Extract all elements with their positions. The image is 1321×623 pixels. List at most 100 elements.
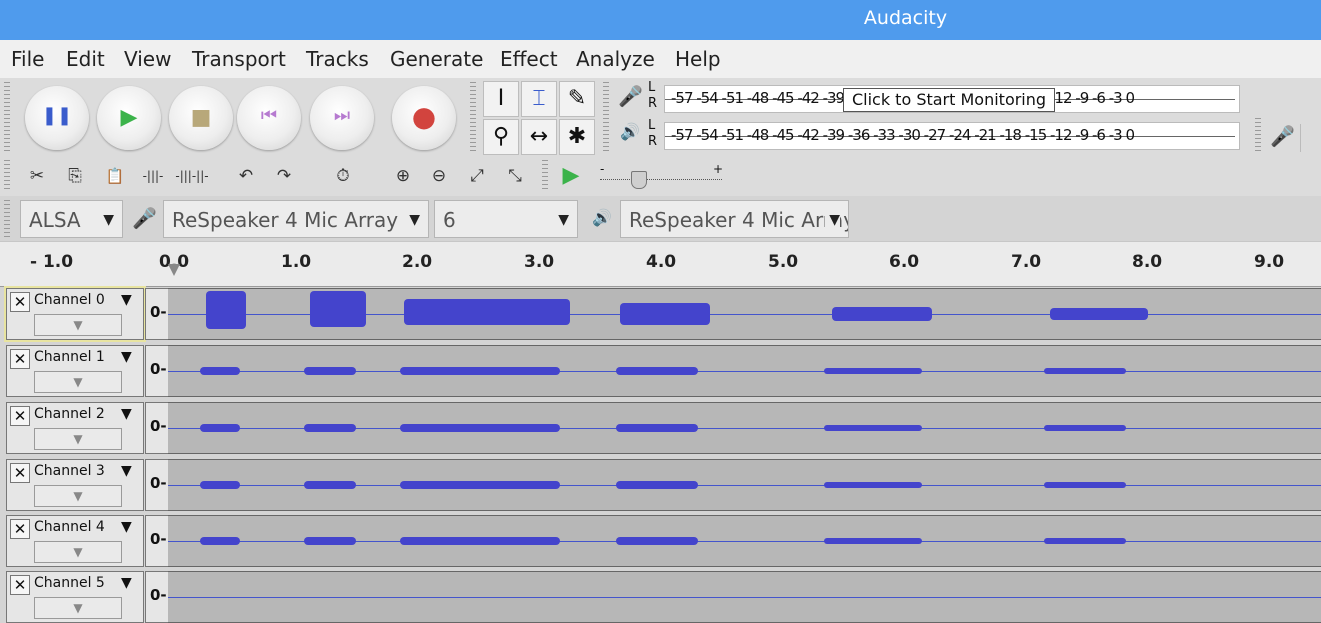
timeshift-tool[interactable]: ↔ — [521, 119, 557, 155]
collapse-button[interactable]: ▼ — [34, 371, 122, 393]
zoom-in-button[interactable]: ⊕ — [386, 161, 420, 191]
vertical-ruler[interactable]: 0- — [145, 402, 169, 454]
close-icon[interactable]: ✕ — [10, 406, 30, 426]
fit-selection-button[interactable]: ⤢ — [460, 161, 494, 191]
waveform[interactable] — [168, 288, 1321, 340]
undo-button[interactable]: ↶ — [230, 161, 262, 191]
draw-tool[interactable]: ✎ — [559, 81, 595, 117]
sync-lock-button[interactable]: ⏱ — [326, 161, 360, 191]
track-control-panel[interactable]: ✕ Channel 2 ▼ ▼ — [6, 402, 144, 454]
skip-to-start-button[interactable]: ⏮ — [237, 86, 301, 150]
waveform[interactable] — [168, 402, 1321, 454]
collapse-button[interactable]: ▼ — [34, 485, 122, 507]
close-icon[interactable]: ✕ — [10, 349, 30, 369]
play-at-speed-button[interactable]: ▶ — [555, 161, 587, 191]
pause-button[interactable]: ❚❚ — [25, 86, 89, 150]
redo-button[interactable]: ↷ — [268, 161, 300, 191]
play-button[interactable]: ▶ — [97, 86, 161, 150]
zoom-tool[interactable]: ⚲ — [483, 119, 519, 155]
menu-help[interactable]: Help — [675, 47, 721, 71]
close-icon[interactable]: ✕ — [10, 519, 30, 539]
track-menu-icon[interactable]: ▼ — [121, 519, 132, 535]
track-control-panel[interactable]: ✕ Channel 5 ▼ ▼ — [6, 571, 144, 623]
mixer-grip[interactable] — [1255, 118, 1261, 154]
vertical-ruler[interactable]: 0- — [145, 571, 169, 623]
track-channel-5[interactable]: ✕ Channel 5 ▼ ▼ 0- — [0, 571, 1321, 623]
mixer-microphone-icon[interactable]: 🎤 — [1270, 124, 1295, 148]
silence-button[interactable]: -|||-||- — [172, 161, 212, 191]
audio-host-select[interactable]: ALSA ▼ — [20, 200, 123, 238]
collapse-button[interactable]: ▼ — [34, 541, 122, 563]
track-name[interactable]: Channel 5 — [34, 575, 105, 591]
waveform[interactable] — [168, 345, 1321, 397]
track-menu-icon[interactable]: ▼ — [121, 292, 132, 308]
track-name[interactable]: Channel 4 — [34, 519, 105, 535]
microphone-icon[interactable]: 🎤 — [618, 84, 643, 108]
track-control-panel[interactable]: ✕ Channel 1 ▼ ▼ — [6, 345, 144, 397]
trim-button[interactable]: -|||- — [134, 161, 172, 191]
track-name[interactable]: Channel 3 — [34, 463, 105, 479]
track-name[interactable]: Channel 1 — [34, 349, 105, 365]
track-name[interactable]: Channel 2 — [34, 406, 105, 422]
waveform[interactable] — [168, 459, 1321, 511]
track-menu-icon[interactable]: ▼ — [121, 463, 132, 479]
track-control-panel[interactable]: ✕ Channel 0 ▼ ▼ — [4, 286, 146, 342]
waveform[interactable] — [168, 515, 1321, 567]
menu-edit[interactable]: Edit — [66, 47, 105, 71]
playback-meter[interactable]: -57 -54 -51 -48 -45 -42 -39 -36 -33 -30 … — [664, 122, 1240, 150]
recording-channels-select[interactable]: 6 ▼ — [434, 200, 578, 238]
track-menu-icon[interactable]: ▼ — [121, 349, 132, 365]
tools-grip[interactable] — [470, 82, 476, 154]
device-grip[interactable] — [4, 200, 10, 238]
copy-button[interactable]: ⎘ — [58, 161, 92, 191]
menu-effect[interactable]: Effect — [500, 47, 558, 71]
track-control-panel[interactable]: ✕ Channel 4 ▼ ▼ — [6, 515, 144, 567]
cut-button[interactable]: ✂ — [20, 161, 54, 191]
vertical-ruler[interactable]: 0- — [145, 288, 169, 340]
play-head-marker[interactable] — [168, 264, 180, 276]
skip-to-end-button[interactable]: ⏭ — [310, 86, 374, 150]
recording-device-select[interactable]: ReSpeaker 4 Mic Array ▼ — [163, 200, 429, 238]
record-button[interactable]: ● — [392, 86, 456, 150]
track-menu-icon[interactable]: ▼ — [121, 575, 132, 591]
envelope-tool[interactable]: ⌶ — [521, 81, 557, 117]
menu-view[interactable]: View — [124, 47, 171, 71]
fit-project-button[interactable]: ⤡ — [498, 161, 532, 191]
track-name[interactable]: Channel 0 — [34, 292, 105, 308]
playback-device-select[interactable]: ReSpeaker 4 Mic Array ▼ — [620, 200, 849, 238]
track-control-panel[interactable]: ✕ Channel 3 ▼ ▼ — [6, 459, 144, 511]
collapse-button[interactable]: ▼ — [34, 314, 122, 336]
close-icon[interactable]: ✕ — [10, 292, 30, 312]
menu-file[interactable]: File — [11, 47, 44, 71]
speed-slider-thumb[interactable] — [631, 171, 647, 189]
menu-transport[interactable]: Transport — [192, 47, 286, 71]
vertical-ruler[interactable]: 0- — [145, 459, 169, 511]
menu-generate[interactable]: Generate — [390, 47, 483, 71]
speed-slider-track[interactable] — [600, 179, 722, 181]
paste-button[interactable]: 📋 — [98, 161, 132, 191]
track-channel-0[interactable]: ✕ Channel 0 ▼ ▼ 0- — [0, 286, 1321, 342]
stop-button[interactable]: ■ — [169, 86, 233, 150]
transport-grip[interactable] — [4, 82, 10, 154]
menu-analyze[interactable]: Analyze — [576, 47, 655, 71]
menu-tracks[interactable]: Tracks — [306, 47, 369, 71]
collapse-button[interactable]: ▼ — [34, 428, 122, 450]
track-channel-4[interactable]: ✕ Channel 4 ▼ ▼ 0- — [0, 515, 1321, 567]
track-menu-icon[interactable]: ▼ — [121, 406, 132, 422]
close-icon[interactable]: ✕ — [10, 575, 30, 595]
timeline-ruler[interactable]: - 1.0 0.0 1.0 2.0 3.0 4.0 5.0 6.0 7.0 8.… — [0, 241, 1321, 287]
track-channel-2[interactable]: ✕ Channel 2 ▼ ▼ 0- — [0, 402, 1321, 454]
play-at-speed-grip[interactable] — [542, 160, 548, 192]
edit-grip[interactable] — [4, 160, 10, 192]
zoom-out-button[interactable]: ⊖ — [422, 161, 456, 191]
mixer-slider[interactable] — [1300, 124, 1321, 152]
speaker-icon[interactable]: 🔊 — [620, 122, 640, 141]
vertical-ruler[interactable]: 0- — [145, 515, 169, 567]
meter-grip[interactable] — [603, 82, 609, 154]
multi-tool[interactable]: ✱ — [559, 119, 595, 155]
track-channel-1[interactable]: ✕ Channel 1 ▼ ▼ 0- — [0, 345, 1321, 397]
vertical-ruler[interactable]: 0- — [145, 345, 169, 397]
waveform[interactable] — [168, 571, 1321, 623]
track-channel-3[interactable]: ✕ Channel 3 ▼ ▼ 0- — [0, 459, 1321, 511]
selection-tool[interactable]: I — [483, 81, 519, 117]
